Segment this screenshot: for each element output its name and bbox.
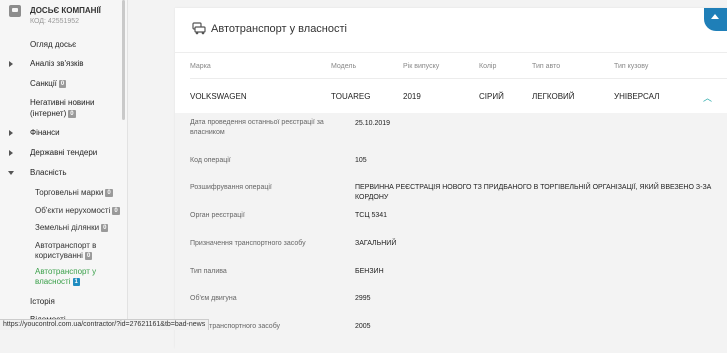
detail-label: Призначення транспортного засобу [190,240,306,247]
sidebar-scrollbar[interactable] [122,0,125,120]
cell-year: 2019 [403,92,421,101]
detail-value: 2005 [355,323,371,330]
sidebar-item-label: Державні тендери [30,148,98,157]
sidebar-item-finance[interactable]: Фінанси [0,127,125,139]
chevron-right-icon [9,150,13,156]
sidebar-subitem-vehicles-in-use[interactable]: Автотранспорт в користуванні 0 [0,240,125,262]
count-badge: 1 [72,278,80,286]
sidebar-item-overview[interactable]: Огляд досьє [0,39,125,51]
cell-model: TOUAREG [331,92,371,101]
company-title: ДОСЬЄ КОМПАНІЇ [30,6,101,15]
card-header: Автотранспорт у власності [175,8,727,53]
chevron-right-icon [9,130,13,136]
detail-label: Тип палива [190,268,227,275]
scroll-top-button[interactable] [704,8,727,31]
sidebar-item-label: Аналіз зв'язків [30,59,84,68]
column-header-year: Рік випуску [403,63,440,70]
cell-color: СІРИЙ [479,92,504,101]
sidebar-item-label: Земельні ділянки [35,223,100,232]
sidebar-item-sanctions[interactable]: Санкції 0 [0,78,125,90]
sidebar-item-label: Власність [30,168,67,177]
sidebar-subitem-trademarks[interactable]: Торговельні марки 0 [0,187,125,199]
chevron-up-icon[interactable]: ︿ [703,91,712,104]
row-details: Дата проведення останньої реєстрації за … [175,113,727,353]
sidebar-item-label-line2: (інтернет) [30,109,67,118]
company-code: КОД: 42551952 [30,18,80,25]
detail-label: Маса транспортного засобу [190,323,281,330]
detail-value: 25.10.2019 [355,120,391,127]
car-icon [192,22,206,35]
sidebar-item-label: Санкції [30,79,57,88]
sidebar-item-negative-news[interactable]: Негативні новини (інтернет) 0 [0,97,125,119]
count-badge: 0 [68,110,76,118]
sidebar-subitem-real-estate[interactable]: Об'єкти нерухомості 0 [0,205,125,217]
count-badge: 0 [58,80,67,88]
sidebar-item-tenders[interactable]: Державні тендери [0,147,125,159]
sidebar-item-links-analysis[interactable]: Аналіз зв'язків [0,58,125,70]
sidebar-item-label: Торговельні марки [35,188,104,197]
column-header-make: Марка [190,63,211,70]
card-title: Автотранспорт у власності [211,23,347,35]
sidebar-subitem-land[interactable]: Земельні ділянки 0 [0,222,125,234]
cell-make: VOLKSWAGEN [190,92,247,101]
sidebar-item-label: Історія [30,297,55,306]
detail-label: Об'єм двигуна [190,295,237,302]
sidebar-item-label: Об'єкти нерухомості [35,206,111,215]
detail-label: Розшифрування операції [190,184,272,191]
status-bar-url: https://youcontrol.com.ua/contractor/?id… [0,319,210,330]
divider [190,78,727,79]
column-header-body-type: Тип кузову [614,63,649,70]
count-badge: 0 [112,207,120,215]
sidebar-item-label: Негативні новини [30,98,95,107]
detail-label: Дата проведення останньої реєстрації за [190,119,324,126]
count-badge: 0 [84,252,93,260]
column-header-model: Модель [331,63,357,70]
detail-value: 2995 [355,295,371,302]
sidebar-item-label: Огляд досьє [30,40,77,49]
detail-label-line2: власником [190,129,225,136]
cell-body-type: УНІВЕРСАЛ [614,92,660,101]
detail-value: ПЕРВИННА РЕЄСТРАЦІЯ НОВОГО ТЗ ПРИДБАНОГО… [355,184,712,201]
detail-value: ЗАГАЛЬНИЙ [355,240,397,247]
briefcase-icon [9,5,21,17]
column-header-color: Колір [479,63,497,70]
chevron-down-icon [8,171,14,175]
sidebar-item-label: Фінанси [30,128,60,137]
detail-value: 105 [355,157,367,164]
sidebar: ДОСЬЄ КОМПАНІЇ КОД: 42551952 Огляд досьє… [0,0,128,329]
sidebar-item-label-line2: користуванні [35,251,83,260]
count-badge: 0 [101,224,109,232]
count-badge: 0 [105,189,113,197]
sidebar-subitem-owned-vehicles[interactable]: Автотранспорт у власності 1 [0,266,125,288]
detail-value: ТСЦ 5341 [355,212,388,219]
detail-value: БЕНЗИН [355,268,384,275]
sidebar-item-history[interactable]: Історія [0,296,125,308]
sidebar-item-label-line2: власності [35,277,71,286]
sidebar-item-property[interactable]: Власність [0,167,125,179]
detail-label: Код операції [190,157,231,164]
column-header-vehicle-type: Тип авто [532,63,561,70]
detail-label: Орган реєстрації [190,212,245,219]
owned-vehicles-card: Автотранспорт у власності Марка Модель Р… [175,8,727,353]
chevron-right-icon [9,61,13,67]
company-header[interactable]: ДОСЬЄ КОМПАНІЇ КОД: 42551952 [0,0,127,34]
cell-vehicle-type: ЛЕГКОВИЙ [532,92,575,101]
